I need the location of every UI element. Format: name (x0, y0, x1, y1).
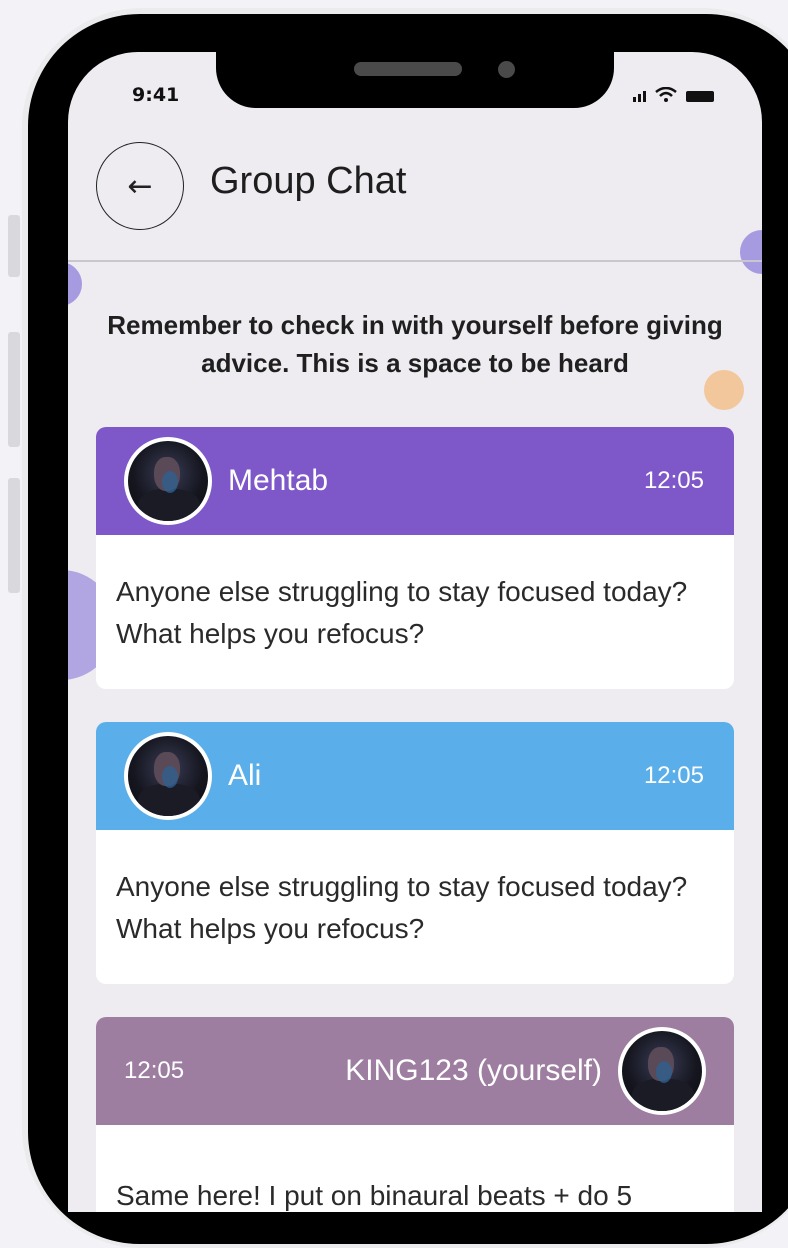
wifi-icon (655, 87, 677, 102)
message-header: Ali 12:05 (96, 722, 734, 830)
chat-header: ← Group Chat (68, 142, 762, 262)
own-message-card[interactable]: 12:05 KING123 (yourself) Same here! I pu… (96, 1017, 734, 1212)
avatar (618, 1027, 706, 1115)
header-divider (68, 260, 762, 262)
signal-icon (633, 91, 646, 102)
sender-name: KING123 (yourself) (345, 1054, 602, 1087)
battery-icon (686, 91, 714, 102)
status-time: 9:41 (132, 84, 180, 106)
app-screen: 9:41 ← Group Chat Remember to check in w… (68, 52, 762, 1212)
avatar (124, 732, 212, 820)
message-text: Anyone else struggling to stay focused t… (116, 871, 688, 944)
message-text: Anyone else struggling to stay focused t… (116, 576, 688, 649)
message-text: Same here! I put on binaural beats + do … (116, 1180, 633, 1211)
message-time: 12:05 (124, 1057, 185, 1084)
front-camera (498, 61, 515, 78)
arrow-left-icon: ← (127, 168, 153, 204)
phone-side-button (8, 332, 20, 447)
sender-name: Mehtab (228, 464, 329, 497)
phone-side-button (8, 478, 20, 593)
phone-side-button (8, 215, 20, 277)
sender-name: Ali (228, 759, 262, 792)
speaker-grille (354, 62, 462, 76)
phone-notch (216, 52, 614, 108)
avatar (124, 437, 212, 525)
community-notice: Remember to check in with yourself befor… (107, 310, 723, 378)
page-title: Group Chat (210, 160, 407, 202)
message-card[interactable]: Ali 12:05 Anyone else struggling to stay… (96, 722, 734, 984)
message-time: 12:05 (643, 467, 704, 494)
message-card[interactable]: Mehtab 12:05 Anyone else struggling to s… (96, 427, 734, 689)
decor-blob (68, 262, 82, 306)
message-header: 12:05 KING123 (yourself) (96, 1017, 734, 1125)
back-button[interactable]: ← (96, 142, 184, 230)
status-icons (633, 87, 714, 102)
message-time: 12:05 (643, 762, 704, 789)
message-header: Mehtab 12:05 (96, 427, 734, 535)
